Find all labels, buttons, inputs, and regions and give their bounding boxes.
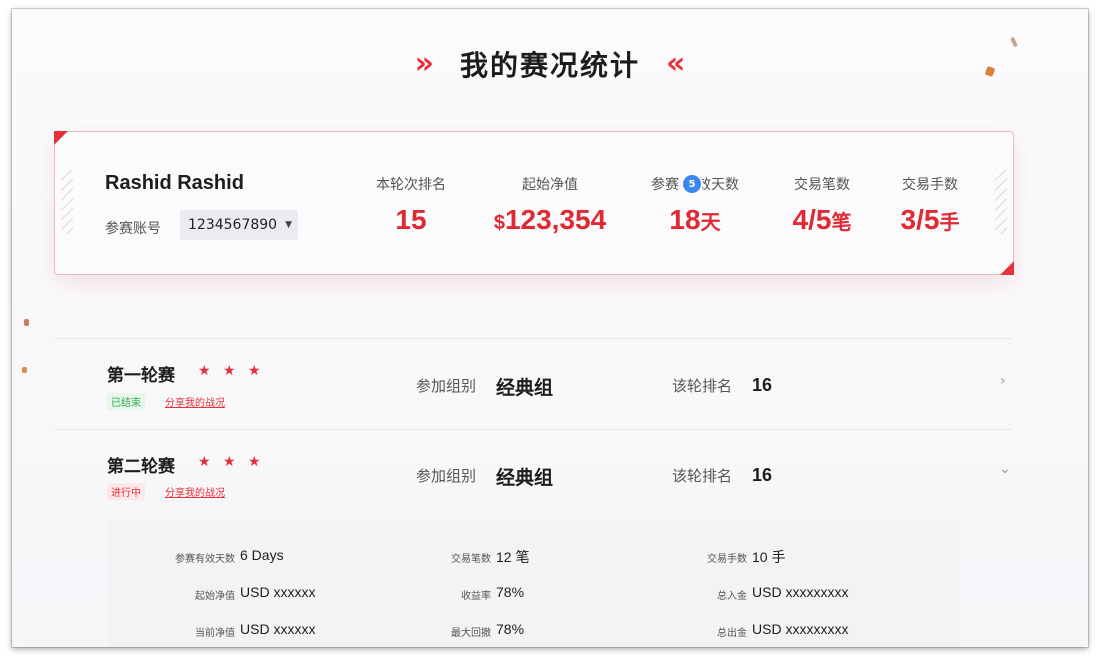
stat-value: 3/5手 [885,204,975,236]
chevron-right-decoration-icon: » [414,46,434,81]
detail-label: 参赛有效天数 [175,554,235,565]
corner-decoration [54,131,68,145]
rank-value: 16 [752,465,773,485]
chevron-left-decoration-icon: « [666,46,686,81]
group-value: 经典组 [496,377,554,399]
stripe-decoration [995,170,1007,234]
caret-down-icon: ▼ [285,220,292,230]
detail-value: 6 Days [240,547,284,563]
account-label: 参赛账号 [105,221,161,237]
stripe-decoration [61,170,73,234]
detail-value: USD xxxxxxxxx [752,584,849,600]
stat-label: 本轮次排名 [376,177,446,193]
detail-value: 78% [496,584,525,600]
stat-label: 交易手数 [902,177,958,193]
share-link[interactable]: 分享我的战况 [165,394,225,409]
valid-days-value: 18 [669,204,701,235]
detail-label: 当前净值 [195,628,235,639]
detail-value: 78% [496,621,525,637]
stat-rank: 本轮次排名 15 [371,174,451,236]
detail-value: 10 手 [752,549,786,565]
share-link[interactable]: 分享我的战况 [165,484,225,499]
lots-value: 3/5 [900,204,940,235]
confetti-decoration [22,367,27,373]
detail-label: 总出金 [717,628,747,639]
detail-label: 起始净值 [195,591,235,602]
stat-unit: 天 [700,212,721,234]
page-title: 我的赛况统计 [459,49,640,82]
detail-value: 12 笔 [496,549,530,565]
detail-label: 收益率 [461,591,491,602]
group-value: 经典组 [496,467,554,489]
trades-value: 4/5 [792,204,832,235]
detail-label: 最大回撤 [451,628,491,639]
stat-unit: 笔 [831,212,852,234]
notification-badge[interactable]: 5 [683,175,701,193]
divider [54,338,1012,339]
status-badge: 已结束 [107,393,145,410]
stat-label: 交易笔数 [794,177,850,193]
page-header: » 我的赛况统计 « [12,39,1088,89]
detail-label: 总入金 [717,591,747,602]
round-name: 第二轮赛 [107,457,175,477]
stat-label-part: 参赛 [651,177,679,193]
corner-decoration [1000,261,1014,275]
round-details-panel: 参赛有效天数 6 Days 交易笔数 12 笔 交易手数 10 手 起始净值 U… [107,519,960,647]
group-label: 参加组别 [416,467,477,485]
status-badge: 进行中 [107,483,145,500]
detail-value: USD xxxxxx [240,584,316,600]
group-label: 参加组别 [416,377,477,395]
star-rating-icon: ★ ★ ★ [198,454,265,470]
rank-label: 该轮排名 [672,377,733,395]
confetti-decoration [24,319,29,326]
currency-symbol: $ [493,212,505,234]
stat-trades: 交易笔数 4/5笔 [777,174,867,236]
stat-label-part: 效天数 [697,177,739,193]
stat-value: 15 [395,204,427,235]
user-name: Rashid Rashid [105,172,244,194]
divider [54,429,1012,430]
detail-value: USD xxxxxx [240,621,316,637]
chevron-right-icon[interactable]: › [1000,373,1006,389]
chevron-down-icon[interactable]: ⌄ [999,461,1011,477]
star-rating-icon: ★ ★ ★ [198,363,265,379]
stat-label: 起始净值 [522,177,578,193]
stat-value: $123,354 [485,204,615,236]
account-value: 1234567890 [188,217,278,233]
rank-value: 16 [752,375,773,395]
rank-label: 该轮排名 [672,467,733,485]
detail-label: 交易笔数 [451,554,491,565]
start-equity-value: 123,354 [504,204,607,235]
stat-start-equity: 起始净值 $123,354 [485,174,615,236]
stats-page: » 我的赛况统计 « Rashid Rashid 参赛账号 1234567890… [12,9,1088,647]
stat-value: 4/5笔 [777,204,867,236]
stat-value: 18天 [645,204,745,236]
detail-label: 交易手数 [707,554,747,565]
stat-unit: 手 [939,212,960,234]
account-select[interactable]: 1234567890 ▼ [180,210,298,240]
summary-card: Rashid Rashid 参赛账号 1234567890 ▼ 本轮次排名 15… [54,131,1014,275]
detail-value: USD xxxxxxxxx [752,621,849,637]
stat-lots: 交易手数 3/5手 [885,174,975,236]
round-name: 第一轮赛 [107,366,175,386]
